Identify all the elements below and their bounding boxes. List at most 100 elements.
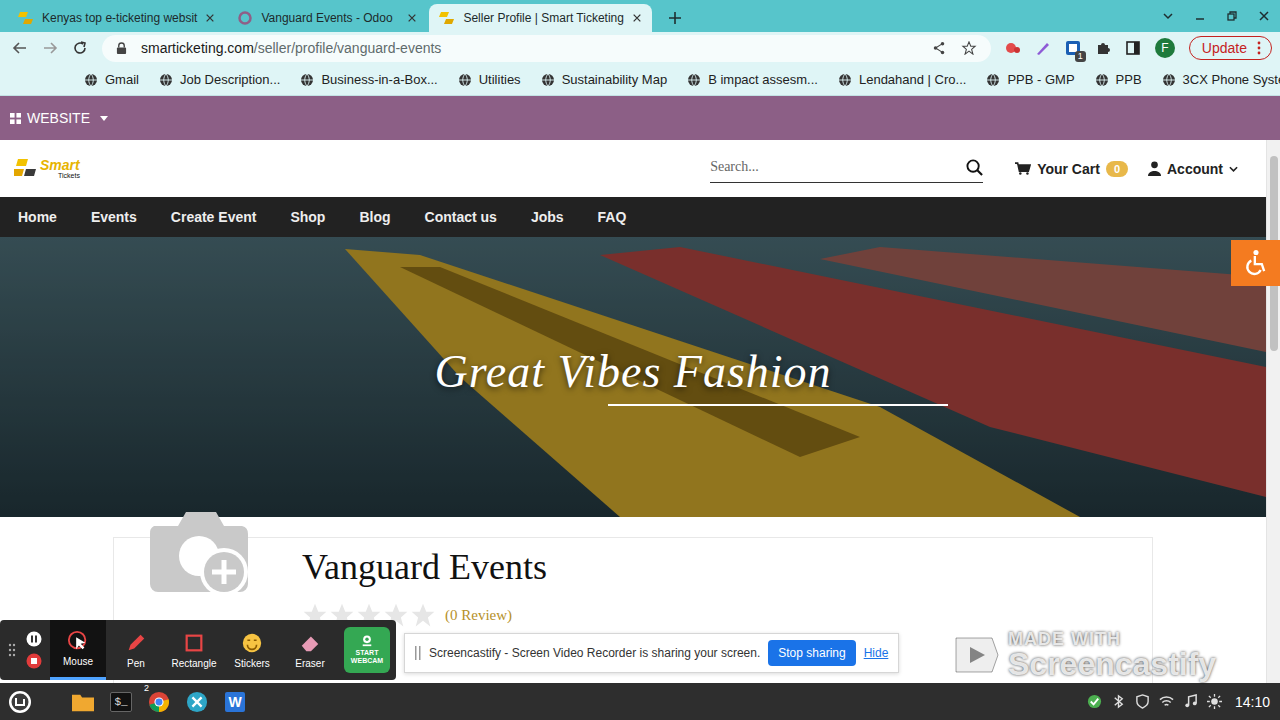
cover-banner: Great Vibes Fashion — [0, 237, 1266, 517]
globe-icon — [986, 73, 1000, 87]
bookmark[interactable]: Lendahand | Cro... — [838, 72, 966, 87]
bookmark[interactable]: B impact assesm... — [687, 72, 818, 87]
extensions-puzzle-icon[interactable] — [1095, 40, 1111, 56]
nav-item[interactable]: Events — [74, 209, 154, 225]
search-field[interactable]: Search... — [710, 155, 983, 183]
nav-item[interactable]: Create Event — [154, 209, 274, 225]
recorder-tool[interactable]: Pen — [108, 620, 164, 680]
seller-name: Vanguard Events — [302, 546, 547, 588]
bluetooth-icon[interactable] — [1111, 694, 1126, 709]
recorder-tool[interactable]: Eraser — [282, 620, 338, 680]
writer-icon: W — [225, 692, 245, 712]
search-icon[interactable] — [966, 159, 983, 176]
profile-avatar[interactable]: F — [1155, 38, 1175, 58]
nav-item[interactable]: Jobs — [514, 209, 581, 225]
close-tab-icon[interactable] — [407, 13, 417, 23]
tab-strip: Kenyas top e-ticketing websitVanguard Ev… — [0, 0, 1280, 32]
browser-tab[interactable]: Seller Profile | Smart Ticketing — [429, 4, 652, 32]
bookmark-star-icon[interactable] — [961, 41, 977, 55]
main-nav: HomeEventsCreate EventShopBlogContact us… — [0, 197, 1266, 237]
taskbar-app[interactable]: W — [222, 689, 248, 715]
nav-item[interactable]: FAQ — [581, 209, 644, 225]
pause-icon[interactable] — [26, 631, 42, 647]
nav-item[interactable]: Home — [1, 209, 74, 225]
update-ok-icon[interactable] — [1087, 694, 1102, 709]
brightness-icon[interactable] — [1207, 694, 1222, 709]
forward-icon[interactable] — [42, 40, 58, 56]
bookmark[interactable]: 3CX Phone Syste... — [1162, 72, 1280, 87]
taskbar-app[interactable] — [184, 689, 210, 715]
bookmark[interactable]: Business-in-a-Box... — [300, 72, 437, 87]
taskbar-app[interactable] — [70, 689, 96, 715]
title-underline — [608, 404, 948, 406]
nav-item[interactable]: Shop — [273, 209, 342, 225]
review-count[interactable]: (0 Review) — [445, 607, 512, 624]
start-webcam-button[interactable]: START WEBCAM — [344, 627, 390, 673]
bookmark[interactable]: PPB - GMP — [986, 72, 1074, 87]
wifi-icon[interactable] — [1159, 694, 1174, 709]
add-photo-camera-icon[interactable] — [144, 504, 254, 600]
user-icon — [1148, 161, 1161, 176]
bookmark[interactable]: PPB — [1095, 72, 1142, 87]
music-icon[interactable] — [1183, 694, 1198, 709]
logo-mark-icon — [14, 158, 38, 180]
globe-icon — [458, 73, 472, 87]
update-button[interactable]: Update — [1189, 36, 1272, 60]
taskbar-app[interactable]: 2 — [146, 689, 172, 715]
mint-menu-icon[interactable] — [8, 690, 32, 714]
close-tab-icon[interactable] — [205, 13, 215, 23]
smart-logo-icon — [439, 10, 455, 26]
pen-icon — [125, 632, 147, 654]
recorder-tool[interactable]: Stickers — [224, 620, 280, 680]
scrollbar[interactable] — [1266, 140, 1280, 683]
site-header: SmartTickets Search... Your Cart0 Account — [0, 140, 1266, 197]
site-logo[interactable]: SmartTickets — [14, 158, 80, 180]
cart-link[interactable]: Your Cart0 — [1015, 161, 1128, 177]
bookmark[interactable]: Job Description... — [159, 72, 280, 87]
browser-tab[interactable]: Vanguard Events - Odoo — [227, 4, 427, 32]
address-bar[interactable]: smarticketing.com/seller/profile/vanguar… — [102, 35, 991, 62]
apps-grid-icon — [10, 113, 21, 124]
recorder-tool[interactable]: Mouse — [50, 620, 106, 680]
window-controls — [1162, 10, 1280, 22]
bookmark[interactable]: Utilities — [458, 72, 521, 87]
hide-link[interactable]: Hide — [864, 646, 889, 660]
extension-with-badge[interactable]: 1 — [1065, 40, 1081, 56]
nav-item[interactable]: Contact us — [408, 209, 514, 225]
extension-record-icon[interactable] — [1005, 40, 1021, 56]
clock[interactable]: 14:10 — [1235, 694, 1270, 710]
shield-icon[interactable] — [1135, 694, 1150, 709]
tab-search-icon[interactable] — [1162, 10, 1174, 22]
new-tab-icon[interactable] — [668, 11, 682, 25]
rectangle-icon — [183, 632, 205, 654]
website-menu[interactable]: WEBSITE — [10, 110, 108, 126]
drag-handle-icon[interactable] — [415, 646, 421, 660]
close-tab-icon[interactable] — [632, 13, 642, 23]
accessibility-button[interactable] — [1231, 240, 1280, 286]
bookmark[interactable]: Gmail — [84, 72, 139, 87]
smart-logo-icon — [18, 10, 34, 26]
eraser-icon — [299, 632, 321, 654]
share-icon[interactable] — [931, 41, 947, 55]
stop-icon[interactable] — [26, 653, 42, 669]
restore-icon[interactable] — [1226, 10, 1238, 22]
browser-tab[interactable]: Kenyas top e-ticketing websit — [8, 4, 225, 32]
banner-title: Great Vibes Fashion — [434, 345, 831, 398]
star-icon — [410, 602, 436, 628]
nav-item[interactable]: Blog — [342, 209, 407, 225]
close-window-icon[interactable] — [1258, 10, 1270, 22]
taskbar-app[interactable]: $_ — [108, 689, 134, 715]
side-panel-icon[interactable] — [1125, 40, 1141, 56]
recorder-tool[interactable]: Rectangle — [166, 620, 222, 680]
reload-icon[interactable] — [72, 40, 88, 56]
extension-pen-icon[interactable] — [1035, 40, 1051, 56]
minimize-icon[interactable] — [1194, 10, 1206, 22]
xapp-icon — [186, 691, 208, 713]
lock-icon — [116, 42, 127, 55]
globe-icon — [838, 73, 852, 87]
bookmark[interactable]: Sustainability Map — [541, 72, 668, 87]
stop-sharing-button[interactable]: Stop sharing — [768, 640, 855, 666]
drag-handle-icon[interactable] — [8, 642, 16, 658]
account-menu[interactable]: Account — [1148, 161, 1238, 177]
back-icon[interactable] — [12, 40, 28, 56]
